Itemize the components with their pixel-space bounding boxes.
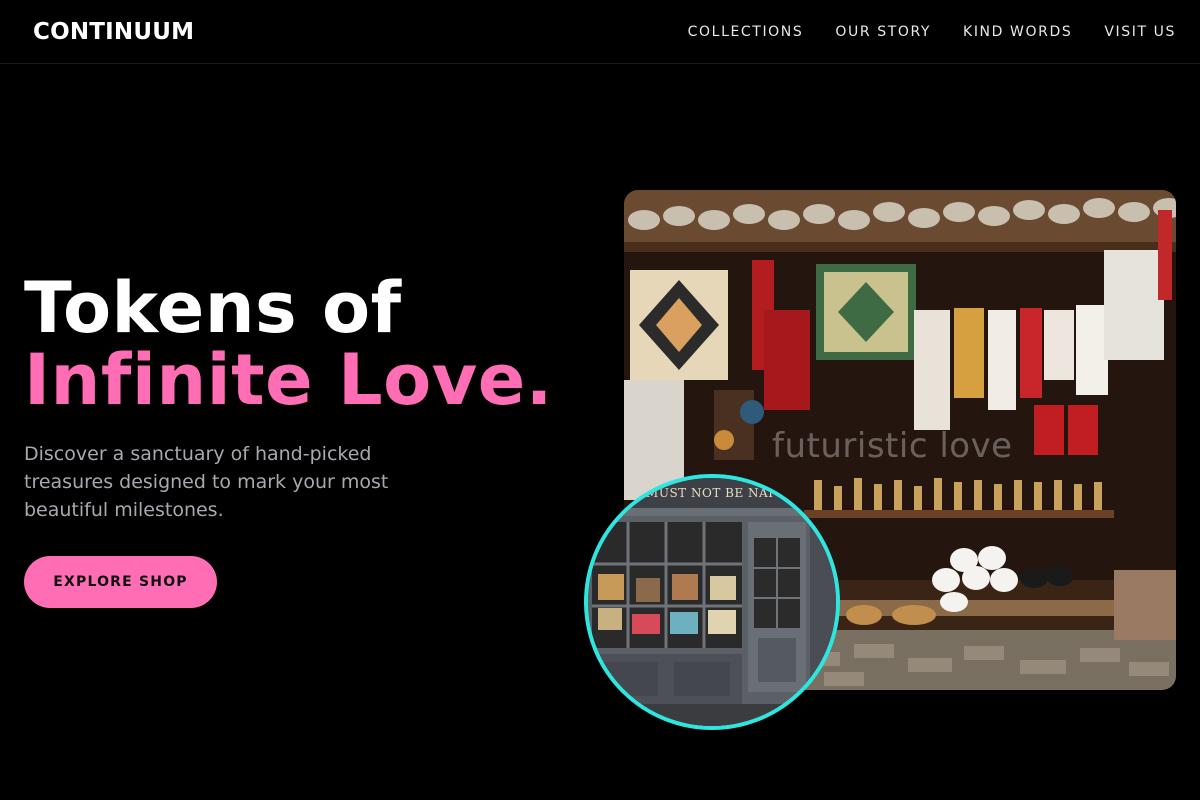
hero-title-line2: Infinite Love. (24, 339, 553, 421)
nav-link-visit-us[interactable]: VISIT US (1104, 24, 1176, 40)
hero-title: Tokens of Infinite Love. (24, 272, 553, 416)
hero-title-line1: Tokens of (24, 267, 402, 349)
hero-subtitle: Discover a sanctuary of hand-picked trea… (24, 443, 389, 521)
nav-links: COLLECTIONS OUR STORY KIND WORDS VISIT U… (688, 24, 1176, 40)
shop-sign-text: IT MUST NOT BE NAI (628, 486, 774, 500)
nav-link-collections[interactable]: COLLECTIONS (688, 24, 804, 40)
brand-logo[interactable]: CONTINUUM (33, 19, 194, 45)
nav-link-our-story[interactable]: OUR STORY (835, 24, 931, 40)
explore-shop-button[interactable]: EXPLORE SHOP (24, 556, 217, 608)
top-nav: CONTINUUM COLLECTIONS OUR STORY KIND WOR… (0, 0, 1200, 64)
image-watermark-text: futuristic love (772, 426, 1013, 466)
nav-link-kind-words[interactable]: KIND WORDS (963, 24, 1072, 40)
shop-front-inset-image: IT MUST NOT BE NAI (584, 474, 840, 730)
